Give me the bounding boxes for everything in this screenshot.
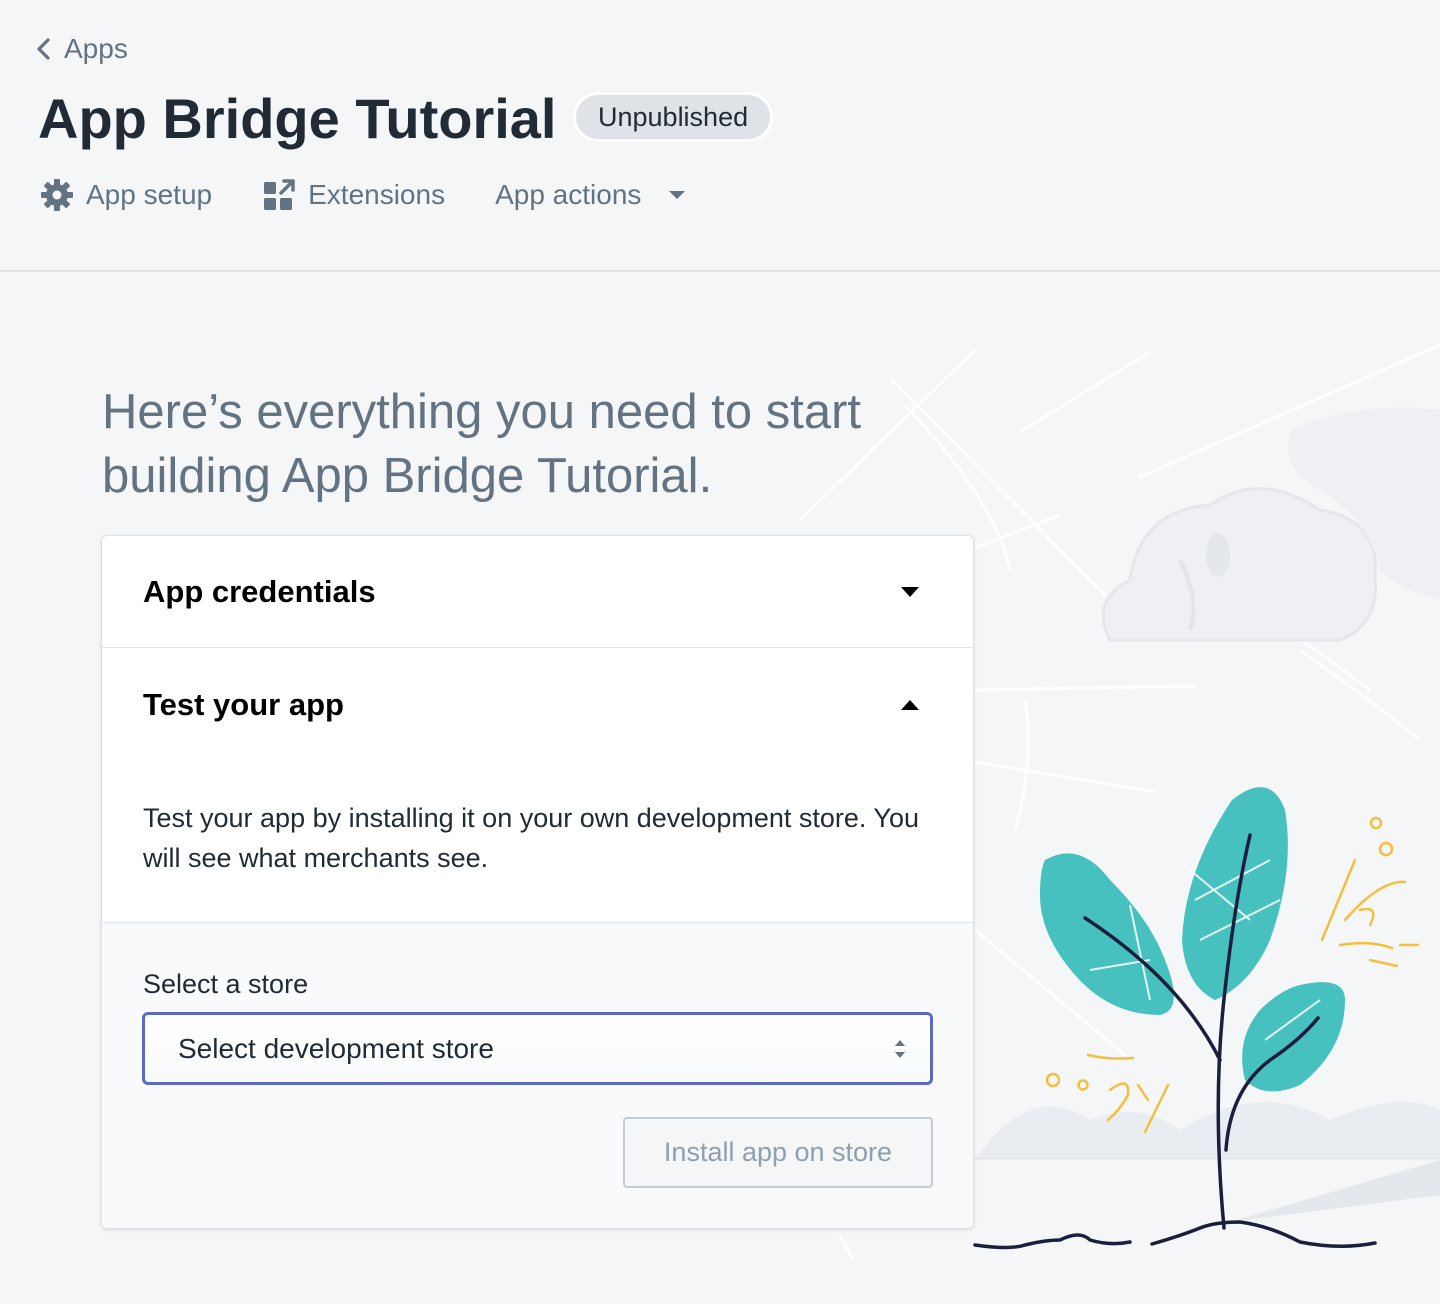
section-title: App credentials [143,573,376,609]
select-arrows-icon [895,1039,905,1058]
caret-up-icon [901,700,919,710]
welcome-headline: Here’s everything you need to start buil… [102,385,862,503]
app-actions-dropdown[interactable]: App actions [495,179,687,211]
install-app-button[interactable]: Install app on store [623,1117,933,1188]
app-credentials-section-toggle[interactable]: App credentials [102,536,973,648]
breadcrumb-label: Apps [64,33,128,64]
page-header: Apps App Bridge Tutorial Unpublished App… [0,0,1440,272]
tab-app-setup-label: App setup [86,179,213,210]
chevron-left-icon [37,38,50,60]
section-title: Test your app [143,687,344,722]
page-title: App Bridge Tutorial [38,87,557,150]
header-actions: App setup Extensions App actions [40,178,737,212]
tab-extensions[interactable]: Extensions [262,178,445,212]
store-selection-area: Select a store Select development store … [102,922,973,1228]
extensions-icon [264,179,295,210]
test-app-description: Test your app by installing it on your o… [143,803,919,873]
select-store-label: Select a store [143,969,309,999]
test-your-app-section-toggle[interactable]: Test your app [102,649,973,761]
caret-down-icon [901,586,919,597]
app-actions-label: App actions [495,179,642,210]
tab-extensions-label: Extensions [308,179,446,210]
setup-card: App credentials Test your app Test your … [101,535,974,1229]
caret-down-icon [669,191,686,199]
tab-app-setup[interactable]: App setup [40,178,212,212]
breadcrumb-back-link[interactable]: Apps [34,33,128,65]
gear-icon [41,179,73,211]
status-badge: Unpublished [573,92,774,142]
select-value: Select development store [178,1032,494,1064]
development-store-select[interactable]: Select development store [142,1012,933,1085]
